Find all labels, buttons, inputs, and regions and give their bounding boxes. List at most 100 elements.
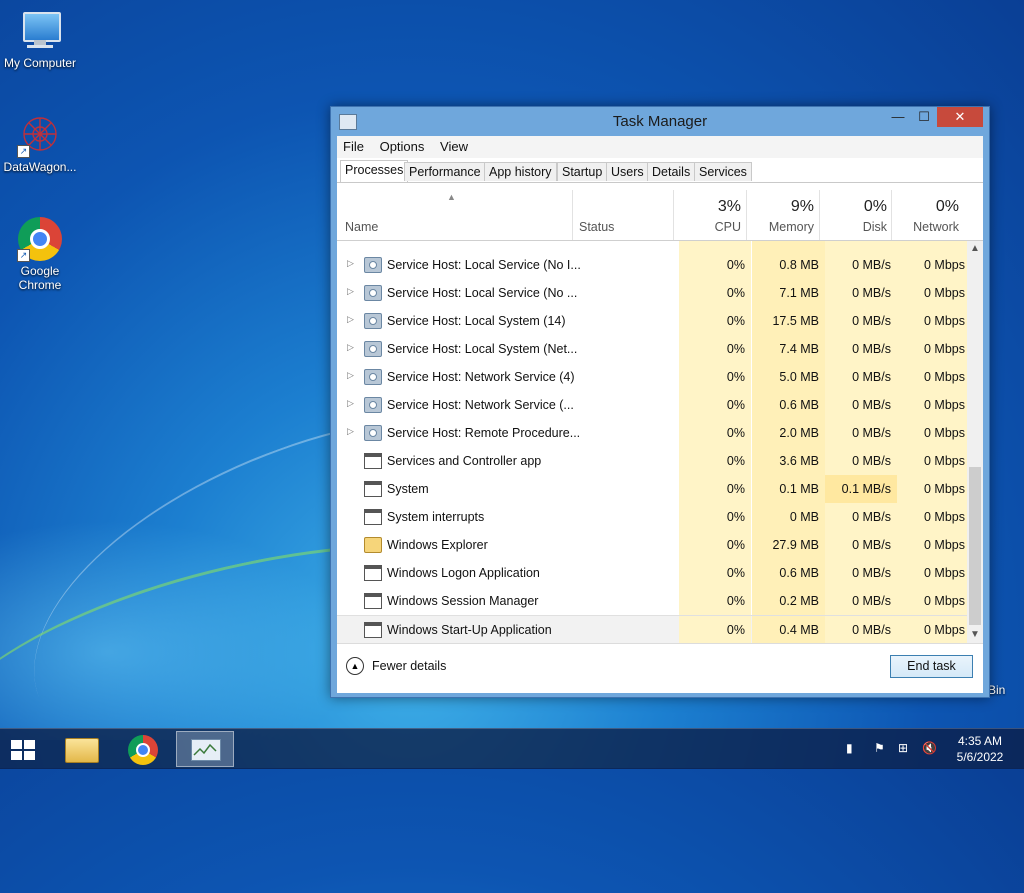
table-row[interactable]: ▷ Service Host: Local System (Net... 0% 7.4… [337, 335, 967, 363]
app-window-icon [364, 593, 382, 609]
app-window-icon [364, 481, 382, 497]
disk-cell: 0 MB/s [825, 447, 897, 475]
table-row[interactable]: Windows Session Manager 0% 0.2 MB 0 MB/s 0 M… [337, 587, 967, 615]
desktop-icon-google-chrome[interactable]: ↗ Google Chrome [0, 216, 80, 292]
expand-arrow-icon[interactable]: ▷ [347, 426, 354, 437]
taskbar-task-manager[interactable] [176, 731, 234, 767]
tab-processes[interactable]: Processes [340, 160, 409, 182]
scroll-up-arrow-icon[interactable]: ▲ [967, 241, 983, 257]
desktop-icon-my-computer[interactable]: My Computer [0, 8, 80, 70]
cpu-cell: 0% [679, 475, 751, 503]
network-status-icon[interactable]: ⊞ [898, 741, 908, 755]
menu-view[interactable]: View [434, 136, 474, 154]
memory-percent: 9% [790, 198, 814, 215]
network-cell [897, 241, 967, 251]
process-name: System interrupts [387, 510, 485, 524]
column-status[interactable]: Status [579, 220, 614, 234]
column-separator[interactable] [891, 190, 892, 240]
close-button[interactable]: ✕ [937, 107, 983, 127]
sort-ascending-icon: ▲ [447, 192, 456, 202]
scrollbar-thumb[interactable] [969, 467, 981, 625]
memory-cell: 0 MB [752, 503, 825, 531]
scroll-down-arrow-icon[interactable]: ▼ [967, 627, 983, 643]
start-button[interactable] [0, 731, 48, 767]
shortcut-arrow-icon: ↗ [17, 249, 30, 262]
table-row[interactable]: Windows Logon Application 0% 0.6 MB 0 MB/s 0… [337, 559, 967, 587]
minimize-button[interactable]: — [885, 107, 911, 127]
network-cell: 0 Mbps [897, 279, 967, 307]
table-row[interactable]: ▷ Service Host: Remote Procedure... 0% 2.0 … [337, 419, 967, 447]
memory-cell: 17.5 MB [752, 307, 825, 335]
desktop-icon-datawagon[interactable]: ↗ DataWagon... [0, 112, 80, 174]
maximize-button[interactable]: ☐ [911, 107, 937, 127]
cpu-cell: 0% [679, 531, 751, 559]
fewer-details-label: Fewer details [372, 659, 447, 673]
desktop-icon-label: Google Chrome [18, 264, 62, 292]
expand-arrow-icon[interactable]: ▷ [347, 370, 354, 381]
taskbar-file-explorer[interactable] [52, 731, 110, 767]
process-name: Service Host: Remote Procedure... [387, 426, 581, 440]
column-cpu[interactable]: CPU [715, 220, 741, 234]
gear-icon [364, 397, 382, 413]
table-row[interactable]: Windows Start-Up Application 0% 0.4 MB 0 MB… [337, 615, 967, 643]
table-row[interactable]: ▷ Service Host: Local Service (No I... 0% 0… [337, 251, 967, 279]
action-center-icon[interactable]: ▮ [846, 741, 853, 755]
end-task-button[interactable]: End task [890, 655, 973, 678]
expand-arrow-icon[interactable]: ▷ [347, 286, 354, 297]
process-name: Service Host: Network Service (4) [387, 370, 575, 384]
column-separator[interactable] [572, 190, 573, 240]
table-row[interactable]: Services and Controller app 0% 3.6 MB 0 MB/… [337, 447, 967, 475]
expand-arrow-icon[interactable]: ▷ [347, 342, 354, 353]
cpu-cell: 0% [679, 251, 751, 279]
recycle-bin-label[interactable]: Bin [988, 683, 1005, 697]
system-clock[interactable]: 4:35 AM 5/6/2022 [948, 733, 1012, 765]
disk-cell: 0 MB/s [825, 531, 897, 559]
flag-alert-icon[interactable]: ⚑ [874, 741, 885, 755]
app-window-icon [364, 565, 382, 581]
table-row[interactable]: System interrupts 0% 0 MB 0 MB/s 0 Mbps [337, 503, 967, 531]
process-name: Services and Controller app [387, 454, 542, 468]
column-network[interactable]: Network [913, 220, 959, 234]
cpu-cell: 0% [679, 503, 751, 531]
column-memory[interactable]: Memory [769, 220, 814, 234]
vertical-scrollbar[interactable]: ▲ ▼ [967, 241, 983, 643]
network-cell: 0 Mbps [897, 559, 967, 587]
table-row[interactable]: ▷ Service Host: Network Service (... 0% 0.6… [337, 391, 967, 419]
network-cell: 0 Mbps [897, 419, 967, 447]
column-disk[interactable]: Disk [863, 220, 887, 234]
cpu-cell: 0% [679, 587, 751, 615]
menu-file[interactable]: File [337, 136, 370, 154]
taskbar-google-chrome[interactable] [114, 731, 172, 767]
column-name[interactable]: Name [345, 220, 378, 234]
expand-arrow-icon[interactable]: ▷ [347, 314, 354, 325]
table-row[interactable]: ▷ Service Host: Network Service (4) 0% 5.0 … [337, 363, 967, 391]
menu-options[interactable]: Options [374, 136, 431, 154]
table-row[interactable]: ▷ Service Host: Local Service (No ... 0% 7.… [337, 279, 967, 307]
volume-muted-icon[interactable]: 🔇 [922, 741, 937, 755]
title-bar[interactable]: Task Manager — ☐ ✕ [331, 107, 989, 137]
tab-services[interactable]: Services [694, 162, 752, 181]
expand-arrow-icon[interactable]: ▷ [347, 398, 354, 409]
tab-startup[interactable]: Startup [557, 162, 608, 181]
disk-cell: 0 MB/s [825, 559, 897, 587]
column-separator[interactable] [819, 190, 820, 240]
tab-performance[interactable]: Performance [404, 162, 486, 181]
process-name: Service Host: Network Service (... [387, 398, 574, 412]
table-row-partial[interactable] [337, 241, 967, 251]
column-separator[interactable] [673, 190, 674, 240]
cpu-cell: 0% [679, 559, 751, 587]
chrome-icon: ↗ [17, 216, 63, 262]
disk-percent: 0% [863, 198, 887, 215]
table-row[interactable]: System 0% 0.1 MB 0.1 MB/s 0 Mbps [337, 475, 967, 503]
expand-arrow-icon[interactable]: ▷ [347, 258, 354, 269]
table-row[interactable]: Windows Explorer 0% 27.9 MB 0 MB/s 0 Mbps [337, 531, 967, 559]
network-cell: 0 Mbps [897, 587, 967, 615]
table-row[interactable]: ▷ Service Host: Local System (14) 0% 17.5 M… [337, 307, 967, 335]
memory-cell [752, 241, 825, 251]
process-name: Service Host: Local System (14) [387, 314, 566, 328]
cpu-cell [679, 241, 751, 251]
column-separator[interactable] [746, 190, 747, 240]
tab-details[interactable]: Details [647, 162, 696, 181]
tab-app-history[interactable]: App history [484, 162, 557, 181]
tab-users[interactable]: Users [606, 162, 649, 181]
